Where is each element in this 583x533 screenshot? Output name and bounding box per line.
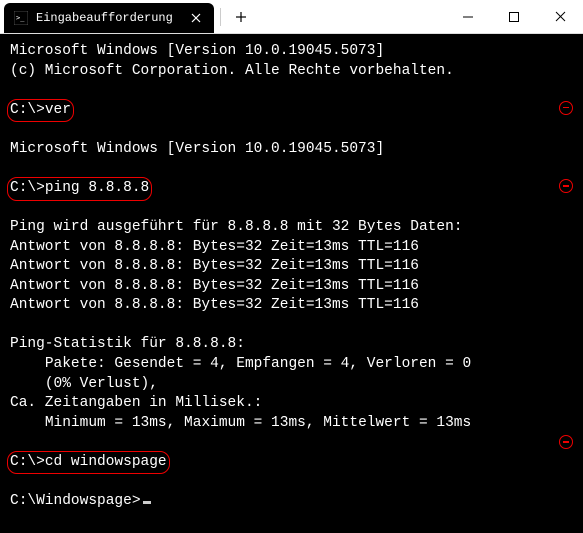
command-text: cd windowspage (45, 453, 167, 473)
output-line: Ping wird ausgeführt für 8.8.8.8 mit 32 … (10, 218, 573, 238)
new-tab-button[interactable] (227, 0, 255, 33)
output-line: Microsoft Windows [Version 10.0.19045.50… (10, 140, 573, 160)
command-text: ping 8.8.8.8 (45, 179, 149, 199)
output-line: Antwort von 8.8.8.8: Bytes=32 Zeit=13ms … (10, 277, 573, 297)
collapse-icon[interactable] (559, 435, 573, 449)
close-icon[interactable] (188, 10, 204, 26)
terminal-surface[interactable]: Microsoft Windows [Version 10.0.19045.50… (0, 34, 583, 533)
prompt: C:\> (10, 179, 45, 199)
command-row: C:\>ver (10, 101, 573, 121)
output-line: (0% Verlust), (10, 375, 573, 395)
collapse-icon[interactable] (559, 101, 573, 115)
output-line: Pakete: Gesendet = 4, Empfangen = 4, Ver… (10, 355, 573, 375)
output-line: Ca. Zeitangaben in Millisek.: (10, 394, 573, 414)
tab-title: Eingabeaufforderung (36, 11, 180, 25)
tab-divider (220, 8, 221, 26)
command-highlight: C:\>cd windowspage (10, 453, 167, 473)
maximize-button[interactable] (491, 0, 537, 33)
terminal-window: >_ Eingabeaufforderung Mi (0, 0, 583, 533)
minimize-button[interactable] (445, 0, 491, 33)
output-line: Ping-Statistik für 8.8.8.8: (10, 335, 573, 355)
tab-group: >_ Eingabeaufforderung (0, 0, 214, 33)
tab-active[interactable]: >_ Eingabeaufforderung (4, 3, 214, 33)
command-highlight: C:\>ping 8.8.8.8 (10, 179, 149, 199)
command-row: C:\>cd windowspage (10, 453, 573, 473)
cursor (143, 501, 151, 504)
current-prompt-line: C:\Windowspage> (10, 492, 573, 512)
command-highlight: C:\>ver (10, 101, 71, 121)
prompt: C:\> (10, 453, 45, 473)
header-line: (c) Microsoft Corporation. Alle Rechte v… (10, 62, 573, 82)
window-controls (445, 0, 583, 33)
output-line: Minimum = 13ms, Maximum = 13ms, Mittelwe… (10, 414, 573, 434)
output-line: Antwort von 8.8.8.8: Bytes=32 Zeit=13ms … (10, 238, 573, 258)
cmd-icon: >_ (14, 11, 28, 25)
collapse-icon[interactable] (559, 179, 573, 193)
titlebar: >_ Eingabeaufforderung (0, 0, 583, 34)
prompt: C:\> (10, 101, 45, 121)
close-window-button[interactable] (537, 0, 583, 33)
output-line: Antwort von 8.8.8.8: Bytes=32 Zeit=13ms … (10, 296, 573, 316)
output-line: Antwort von 8.8.8.8: Bytes=32 Zeit=13ms … (10, 257, 573, 277)
svg-text:>_: >_ (16, 14, 25, 22)
command-row: C:\>ping 8.8.8.8 (10, 179, 573, 199)
command-text: ver (45, 101, 71, 121)
prompt: C:\Windowspage> (10, 493, 141, 509)
header-line: Microsoft Windows [Version 10.0.19045.50… (10, 42, 573, 62)
